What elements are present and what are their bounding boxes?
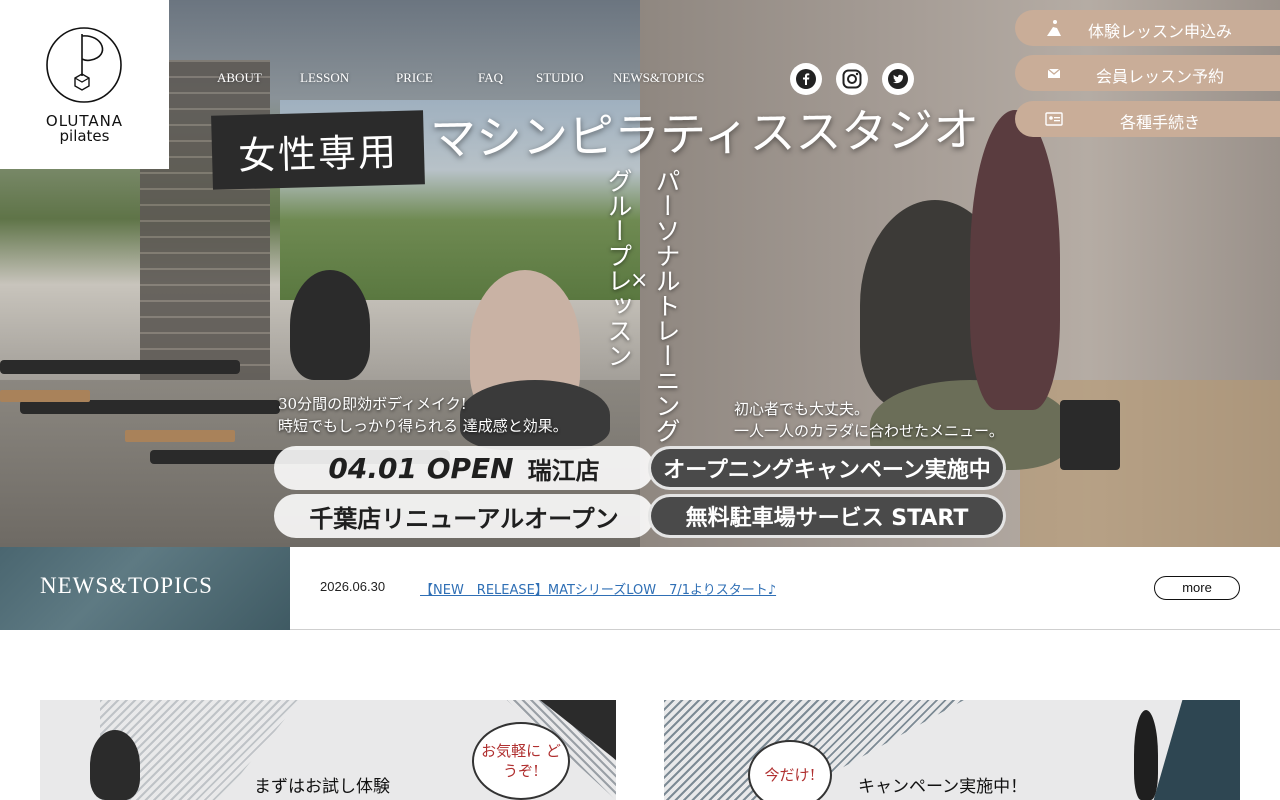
campaign-card[interactable]: キャンペーン実施中！ 今だけ! (664, 700, 1240, 800)
reformer-machine (0, 360, 240, 374)
women-only-tag: 女性専用 (211, 110, 425, 190)
hero-headline: マシンピラティススタジオ (429, 102, 980, 166)
women-only-label: 女性専用 (237, 129, 399, 178)
cross-mark: × (630, 268, 649, 293)
news-headline-link[interactable]: 【NEW RELEASE】MATシリーズLOW 7/1よりスタート♪ (420, 579, 776, 598)
logo-subwordmark: pilates (59, 127, 110, 145)
nav-about[interactable]: ABOUT (217, 70, 262, 86)
member-reservation-label: 会員レッスン予約 (1095, 67, 1224, 86)
page: OLUTANA pilates ABOUT LESSON PRICE FAQ S… (0, 0, 1280, 800)
nav-faq[interactable]: FAQ (478, 70, 503, 86)
caption-right-line1: 初心者でも大丈夫。 (734, 400, 870, 418)
nav-news-topics[interactable]: NEWS&TOPICS (613, 70, 705, 86)
opening-campaign-badge: オープニングキャンペーン実施中 (648, 446, 1006, 490)
open-store: 瑞江店 (527, 456, 600, 485)
caption-right-line2: 一人一人のカラダに合わせたメニュー。 (734, 422, 1004, 440)
campaign-card-bubble: 今だけ! (748, 740, 832, 800)
id-card-icon (1045, 112, 1063, 126)
mail-icon (1047, 68, 1061, 78)
procedures-label: 各種手続き (1119, 113, 1200, 132)
reformer-board (125, 430, 235, 442)
nav-lesson[interactable]: LESSON (300, 70, 349, 86)
news-more-button[interactable]: more (1154, 576, 1240, 600)
campaign-card-model (1134, 710, 1158, 800)
open-announcement: 04.01 OPEN 瑞江店 (274, 446, 654, 490)
news-topics-heading-text: NEWS&TOPICS (40, 573, 213, 598)
nav-price[interactable]: PRICE (396, 70, 433, 86)
open-date: 04.01 OPEN (328, 451, 514, 485)
trial-card-title: まずはお試し体験 (254, 777, 390, 797)
campaign-card-accent (1153, 700, 1240, 800)
reformer-machine (1060, 400, 1120, 470)
trial-card-bubble: お気軽に どうぞ! (472, 722, 570, 800)
reformer-board (0, 390, 90, 402)
instructor-figure (290, 270, 370, 380)
trial-card[interactable]: まずはお試し体験 お気軽に どうぞ! (40, 700, 616, 800)
site-logo[interactable]: OLUTANA pilates (0, 0, 169, 169)
campaign-card-title: キャンペーン実施中！ (858, 777, 1028, 797)
caption-left-line1: 30分間の即効ボディメイク! (278, 395, 467, 413)
chiba-renewal-banner: 千葉店リニューアルオープン (274, 494, 654, 538)
trial-card-model (90, 730, 140, 800)
facebook-icon[interactable] (790, 63, 822, 95)
trial-lesson-button[interactable]: 体験レッスン申込み (1015, 10, 1280, 46)
member-reservation-button[interactable]: 会員レッスン予約 (1015, 55, 1280, 91)
logo-mark-icon (46, 27, 122, 103)
news-topics-bar: NEWS&TOPICS 2026.06.30 【NEW RELEASE】MATシ… (0, 547, 1280, 630)
twitter-icon[interactable] (882, 63, 914, 95)
procedures-button[interactable]: 各種手続き (1015, 101, 1280, 137)
trainer-figure (970, 110, 1060, 410)
free-parking-badge: 無料駐車場サービス START (648, 494, 1006, 538)
nav-studio[interactable]: STUDIO (536, 70, 584, 86)
news-date: 2026.06.30 (320, 579, 386, 594)
news-topics-heading: NEWS&TOPICS (0, 547, 290, 630)
personal-training-vertical: パーソナルトレーニング (652, 168, 681, 443)
instagram-icon[interactable] (836, 63, 868, 95)
pilates-pose-icon (1047, 20, 1061, 36)
trial-lesson-label: 体験レッスン申込み (1087, 22, 1232, 41)
caption-left-line2: 時短でもしっかり得られる 達成感と効果。 (278, 417, 568, 435)
reformer-machine (20, 400, 280, 414)
